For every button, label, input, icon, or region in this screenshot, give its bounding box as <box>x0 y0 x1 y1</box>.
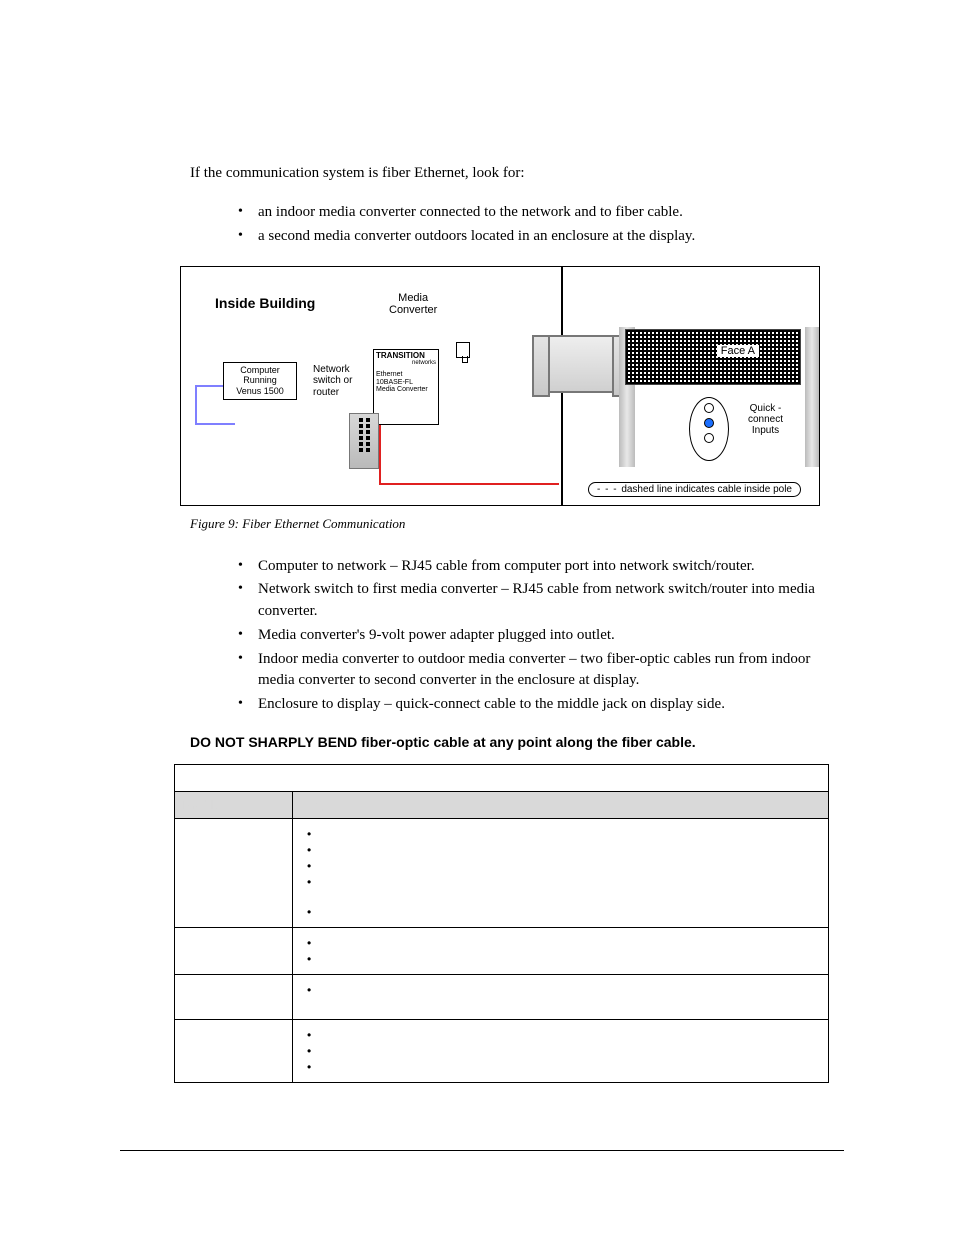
table-header-problem: Problem <box>175 791 293 818</box>
table-row: Still no communication Bypass the fiber … <box>175 974 829 1019</box>
table-row: Link light on; no communication Verify t… <box>175 927 829 974</box>
footer-rule <box>120 1150 844 1151</box>
power-plug-icon <box>456 342 470 358</box>
quick-connect-icon <box>689 397 729 461</box>
pole-right-icon <box>805 327 819 467</box>
inside-building-label: Inside Building <box>215 295 315 311</box>
connection-list: Computer to network – RJ45 cable from co… <box>190 556 844 716</box>
table-row: Still no communication Replace MLC. Repl… <box>175 1019 829 1082</box>
troubleshooting-table: Fiber Ethernet — Basic Troubleshooting P… <box>174 764 829 1083</box>
switch-icon <box>349 413 379 469</box>
quick-connect-label: Quick -connectInputs <box>748 403 783 436</box>
page-footer: Troubleshooting 13 <box>120 1163 844 1177</box>
figure-caption: Figure 9: Fiber Ethernet Communication <box>190 516 844 532</box>
list-item: an indoor media converter connected to t… <box>258 202 844 224</box>
look-for-list: an indoor media converter connected to t… <box>190 202 844 248</box>
media-converter-label: MediaConverter <box>389 292 437 316</box>
computer-box: ComputerRunningVenus 1500 <box>223 362 297 400</box>
dash-note: dashed line indicates cable inside pole <box>588 482 801 497</box>
list-item: Computer to network – RJ45 cable from co… <box>258 556 844 578</box>
diagram-figure: Inside Building MediaConverter ComputerR… <box>180 266 820 506</box>
display-sign-icon <box>625 329 801 385</box>
footer-right: 13 <box>831 1163 844 1177</box>
list-item: a second media converter outdoors locate… <box>258 226 844 248</box>
intro-text: If the communication system is fiber Eth… <box>190 165 844 182</box>
list-item: Network switch to first media converter … <box>258 579 844 623</box>
transition-box: TRANSITION networks Ethernet10BASE-FLMed… <box>373 349 439 425</box>
enclosure-icon <box>546 335 618 393</box>
network-switch-label: Networkswitch orrouter <box>313 364 352 399</box>
face-a-label: Face A <box>717 345 759 357</box>
list-item: Enclosure to display – quick-connect cab… <box>258 694 844 716</box>
footer-left: Troubleshooting <box>120 1163 206 1177</box>
table-header-step: Step <box>293 791 829 818</box>
table-title: Fiber Ethernet — Basic Troubleshooting <box>175 764 829 791</box>
list-item: Media converter's 9-volt power adapter p… <box>258 625 844 647</box>
warning-text: DO NOT SHARPLY BEND fiber-optic cable at… <box>190 734 844 750</box>
table-row: Galaxy does not communicate Verify Trans… <box>175 818 829 927</box>
list-item: Indoor media converter to outdoor media … <box>258 649 844 693</box>
